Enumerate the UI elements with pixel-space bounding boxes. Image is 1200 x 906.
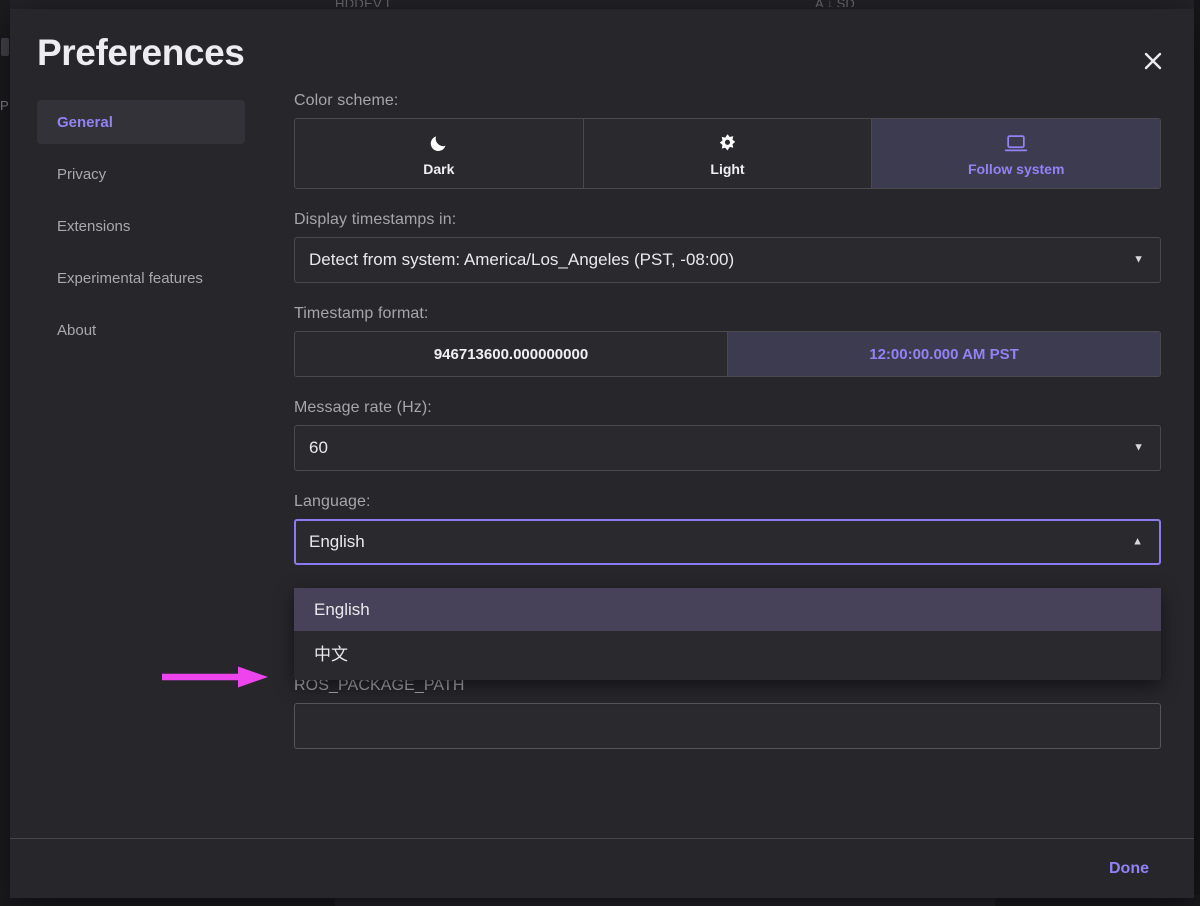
message-rate-label: Message rate (Hz): — [294, 399, 1161, 417]
chevron-down-icon: ▼ — [1133, 255, 1144, 266]
timestamp-format-segmented-control: 946713600.000000000 12:00:00.000 AM PST — [294, 331, 1161, 377]
color-scheme-option-follow-system[interactable]: Follow system — [872, 119, 1160, 188]
language-option-label: English — [314, 600, 370, 620]
timezone-value: Detect from system: America/Los_Angeles … — [309, 250, 734, 270]
sidebar-item-extensions[interactable]: Extensions — [37, 204, 245, 248]
language-value: English — [309, 532, 365, 552]
timezone-select[interactable]: Detect from system: America/Los_Angeles … — [294, 237, 1161, 283]
timezone-label: Display timestamps in: — [294, 211, 1161, 229]
dialog-body: General Privacy Extensions Experimental … — [10, 92, 1194, 838]
timestamp-format-field: Timestamp format: 946713600.000000000 12… — [294, 305, 1161, 377]
language-dropdown-menu: English 中文 — [294, 588, 1161, 680]
background-left-sidebar: P — [0, 0, 10, 906]
chevron-down-icon: ▼ — [1133, 443, 1144, 454]
background-sidebar-letter: P — [0, 98, 10, 113]
preferences-dialog: Preferences General Privacy Extensions E… — [10, 10, 1194, 898]
color-scheme-field: Color scheme: Dark — [294, 92, 1161, 189]
ros-package-path-input[interactable] — [294, 703, 1161, 749]
language-label: Language: — [294, 493, 1161, 511]
page-title: Preferences — [37, 32, 244, 74]
message-rate-select[interactable]: 60 ▼ — [294, 425, 1161, 471]
sidebar-item-experimental-features[interactable]: Experimental features — [37, 256, 245, 300]
sidebar-item-privacy[interactable]: Privacy — [37, 152, 245, 196]
timestamp-format-option-seconds[interactable]: 946713600.000000000 — [295, 332, 728, 376]
timestamp-format-label: Timestamp format: — [294, 305, 1161, 323]
color-scheme-option-dark[interactable]: Dark — [295, 119, 584, 188]
sidebar-item-label: Extensions — [57, 218, 130, 235]
sidebar-item-general[interactable]: General — [37, 100, 245, 144]
language-option-label: 中文 — [314, 640, 348, 665]
color-scheme-option-label: Light — [710, 161, 744, 177]
language-select[interactable]: English ▲ — [294, 519, 1161, 565]
color-scheme-segmented-control: Dark Light — [294, 118, 1161, 189]
sidebar-item-label: Privacy — [57, 166, 106, 183]
sidebar-item-about[interactable]: About — [37, 308, 245, 352]
message-rate-value: 60 — [309, 438, 328, 458]
dialog-footer: Done — [10, 838, 1194, 898]
message-rate-field: Message rate (Hz): 60 ▼ — [294, 399, 1161, 471]
timestamp-format-option-label: 946713600.000000000 — [434, 346, 588, 363]
chevron-up-icon: ▲ — [1132, 537, 1143, 548]
monitor-icon — [1004, 131, 1028, 155]
background-sidebar-chip — [1, 38, 9, 56]
sun-icon — [717, 131, 738, 155]
close-button[interactable] — [1132, 40, 1174, 82]
language-field: Language: English ▲ — [294, 493, 1161, 565]
timestamp-format-option-label: 12:00:00.000 AM PST — [869, 346, 1019, 363]
done-button[interactable]: Done — [1097, 852, 1161, 886]
language-option-english[interactable]: English — [294, 588, 1161, 631]
timestamp-format-option-clock[interactable]: 12:00:00.000 AM PST — [728, 332, 1160, 376]
settings-panel: Color scheme: Dark — [245, 92, 1194, 838]
background-right-strip — [1194, 0, 1200, 906]
timezone-field: Display timestamps in: Detect from syste… — [294, 211, 1161, 283]
background-toolbar-label: HDDEV I — [335, 0, 390, 7]
moon-icon — [428, 131, 449, 155]
sidebar-item-label: Experimental features — [57, 270, 203, 287]
color-scheme-option-label: Follow system — [968, 161, 1064, 177]
dialog-header: Preferences — [10, 10, 1194, 92]
background-toolbar-right-controls: A ↓ SD — [815, 0, 855, 7]
sidebar-item-label: General — [57, 114, 113, 131]
background-toolbar: HDDEV I A ↓ SD — [0, 0, 1200, 10]
sidebar-item-label: About — [57, 322, 96, 339]
language-option-chinese[interactable]: 中文 — [294, 631, 1161, 674]
color-scheme-option-light[interactable]: Light — [584, 119, 873, 188]
color-scheme-option-label: Dark — [423, 161, 454, 177]
color-scheme-label: Color scheme: — [294, 92, 1161, 110]
ros-package-path-field: ROS_PACKAGE_PATH — [294, 677, 1161, 749]
close-icon — [1142, 50, 1164, 72]
sidebar: General Privacy Extensions Experimental … — [37, 92, 245, 838]
